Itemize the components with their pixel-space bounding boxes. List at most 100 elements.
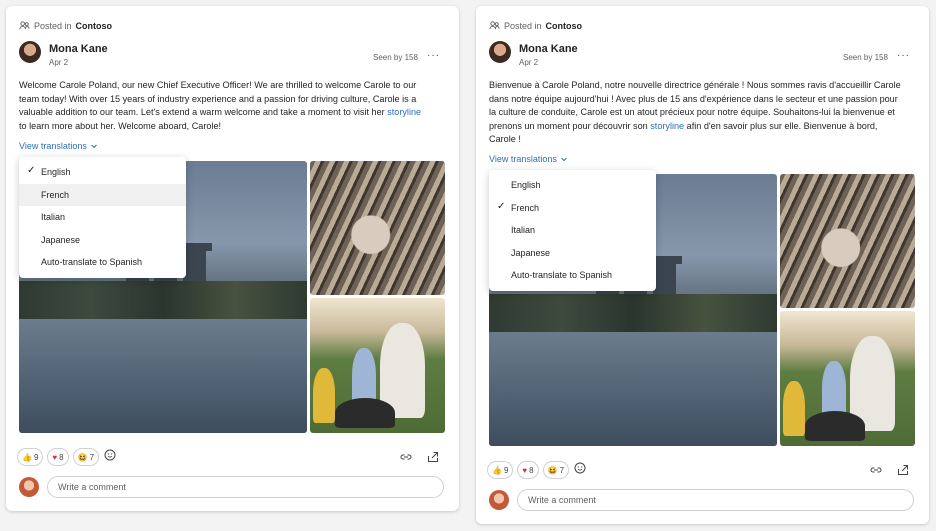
reaction-like[interactable]: 👍 9: [17, 448, 44, 466]
body-line: dans notre équipe aujourd'hui ! Avec plu…: [489, 93, 898, 104]
cat-image[interactable]: [780, 174, 915, 308]
more-options-button[interactable]: ···: [897, 50, 910, 61]
chevron-down-icon: [91, 144, 97, 149]
like-count: 9: [503, 465, 509, 475]
posted-in-row: Posted in Contoso: [19, 20, 112, 31]
thumbs-up-icon: 👍: [22, 452, 32, 462]
body-line: Welcome Carole Poland, our new Chief Exe…: [19, 80, 417, 90]
body-line: prenons un moment pour découvrir son: [489, 120, 651, 131]
heart-count: 8: [529, 465, 534, 475]
laugh-icon: 😆: [77, 452, 88, 462]
menu-item-label: Japanese: [41, 234, 81, 245]
comment-placeholder: Write a comment: [58, 482, 126, 492]
like-count: 9: [33, 452, 39, 462]
view-translations-button[interactable]: View translations: [19, 141, 98, 151]
laugh-count: 7: [89, 452, 95, 462]
post-card-english: Posted in Contoso Mona Kane Apr 2 Seen b…: [6, 6, 459, 511]
laugh-count: 7: [559, 465, 565, 475]
checkmark-icon: ✓: [27, 165, 36, 176]
view-translations-label: View translations: [489, 154, 557, 164]
menu-item-japanese[interactable]: Japanese: [489, 242, 656, 265]
storyline-link[interactable]: storyline: [650, 121, 684, 131]
checkmark-icon: ✓: [497, 200, 506, 212]
seen-by-count[interactable]: Seen by 158: [843, 53, 888, 62]
add-reaction-button[interactable]: [103, 448, 117, 462]
comment-input[interactable]: Write a comment: [517, 489, 914, 511]
reactions-bar: 👍 9 ♥ 8 😆 7: [17, 448, 117, 466]
menu-item-label: French: [511, 202, 540, 213]
comment-input[interactable]: Write a comment: [47, 476, 444, 498]
menu-item-label: Auto-translate to Spanish: [41, 257, 143, 268]
body-line: afin d'en savoir plus sur elle. Bienvenu…: [684, 120, 878, 131]
post-card-french: Posted in Contoso Mona Kane Apr 2 Seen b…: [476, 6, 929, 524]
menu-item-label: Italian: [511, 225, 536, 236]
posted-in-row: Posted in Contoso: [489, 20, 582, 31]
share-icon[interactable]: [426, 450, 440, 464]
heart-icon: ♥: [522, 465, 528, 475]
storyline-link[interactable]: storyline: [387, 107, 421, 117]
reaction-heart[interactable]: ♥ 8: [47, 448, 69, 466]
community-icon: [489, 21, 500, 30]
reactions-bar: 👍 9 ♥ 8 😆 7: [487, 461, 587, 479]
menu-item-label: English: [511, 180, 541, 191]
family-image[interactable]: [780, 311, 915, 446]
view-translations-button[interactable]: View translations: [489, 154, 568, 164]
posted-in-label: Posted in: [34, 20, 72, 31]
laugh-icon: 😆: [547, 465, 558, 475]
community-icon: [19, 21, 30, 30]
menu-item-label: English: [41, 167, 71, 178]
menu-item-label: Auto-translate to Spanish: [511, 270, 613, 281]
menu-item-italian[interactable]: Italian: [19, 206, 186, 229]
menu-item-english[interactable]: ✓ English: [19, 161, 186, 184]
heart-icon: ♥: [52, 452, 58, 462]
family-image[interactable]: [310, 298, 445, 433]
menu-item-auto-translate[interactable]: Auto-translate to Spanish: [489, 264, 656, 287]
reaction-heart[interactable]: ♥ 8: [517, 461, 539, 479]
reaction-like[interactable]: 👍 9: [487, 461, 514, 479]
menu-item-japanese[interactable]: Japanese: [19, 229, 186, 252]
post-date: Apr 2: [49, 58, 69, 67]
chevron-down-icon: [561, 157, 567, 162]
post-body: Bienvenue à Carole Poland, notre nouvell…: [489, 79, 924, 147]
cat-image[interactable]: [310, 161, 445, 295]
add-emoji-icon: [574, 462, 586, 474]
commenter-avatar: [19, 477, 39, 497]
add-reaction-button[interactable]: [573, 461, 587, 475]
thumbs-up-icon: 👍: [492, 465, 502, 475]
menu-item-french[interactable]: ✓ French: [489, 197, 656, 220]
view-translations-label: View translations: [19, 141, 87, 151]
body-line: Carole !: [489, 134, 521, 144]
body-line: la culture de conduite, Carole est un at…: [489, 107, 895, 117]
menu-item-english[interactable]: English: [489, 174, 656, 197]
community-link[interactable]: Contoso: [546, 21, 583, 31]
community-link[interactable]: Contoso: [76, 21, 113, 31]
translation-menu: English ✓ French Italian Japanese Auto-tr…: [489, 170, 656, 291]
menu-item-french[interactable]: French: [19, 183, 186, 206]
menu-item-label: Italian: [41, 212, 66, 223]
copy-link-icon[interactable]: [869, 463, 883, 477]
author-avatar[interactable]: [19, 41, 41, 63]
author-name[interactable]: Mona Kane: [519, 43, 578, 55]
menu-item-auto-translate[interactable]: Auto-translate to Spanish: [19, 251, 186, 274]
reaction-laugh[interactable]: 😆 7: [72, 448, 100, 466]
seen-by-count[interactable]: Seen by 158: [373, 53, 418, 62]
translation-menu: ✓ English French Italian Japanese Auto-tr…: [19, 157, 186, 278]
heart-count: 8: [59, 452, 64, 462]
body-line: team today! With over 15 years of indust…: [19, 93, 417, 104]
copy-link-icon[interactable]: [399, 450, 413, 464]
commenter-avatar: [489, 490, 509, 510]
body-line: to learn more about her. Welcome aboard,…: [19, 120, 222, 131]
post-body: Welcome Carole Poland, our new Chief Exe…: [19, 79, 449, 133]
menu-item-label: Japanese: [511, 247, 551, 258]
menu-item-label: French: [41, 189, 70, 200]
author-avatar[interactable]: [489, 41, 511, 63]
more-options-button[interactable]: ···: [427, 50, 440, 61]
body-line: Bienvenue à Carole Poland, notre nouvell…: [489, 80, 901, 90]
reaction-laugh[interactable]: 😆 7: [542, 461, 570, 479]
body-line: valuable addition to our team. Let's ext…: [19, 107, 388, 117]
add-emoji-icon: [104, 449, 116, 461]
post-date: Apr 2: [519, 58, 539, 67]
share-icon[interactable]: [896, 463, 910, 477]
menu-item-italian[interactable]: Italian: [489, 219, 656, 242]
author-name[interactable]: Mona Kane: [49, 43, 108, 55]
